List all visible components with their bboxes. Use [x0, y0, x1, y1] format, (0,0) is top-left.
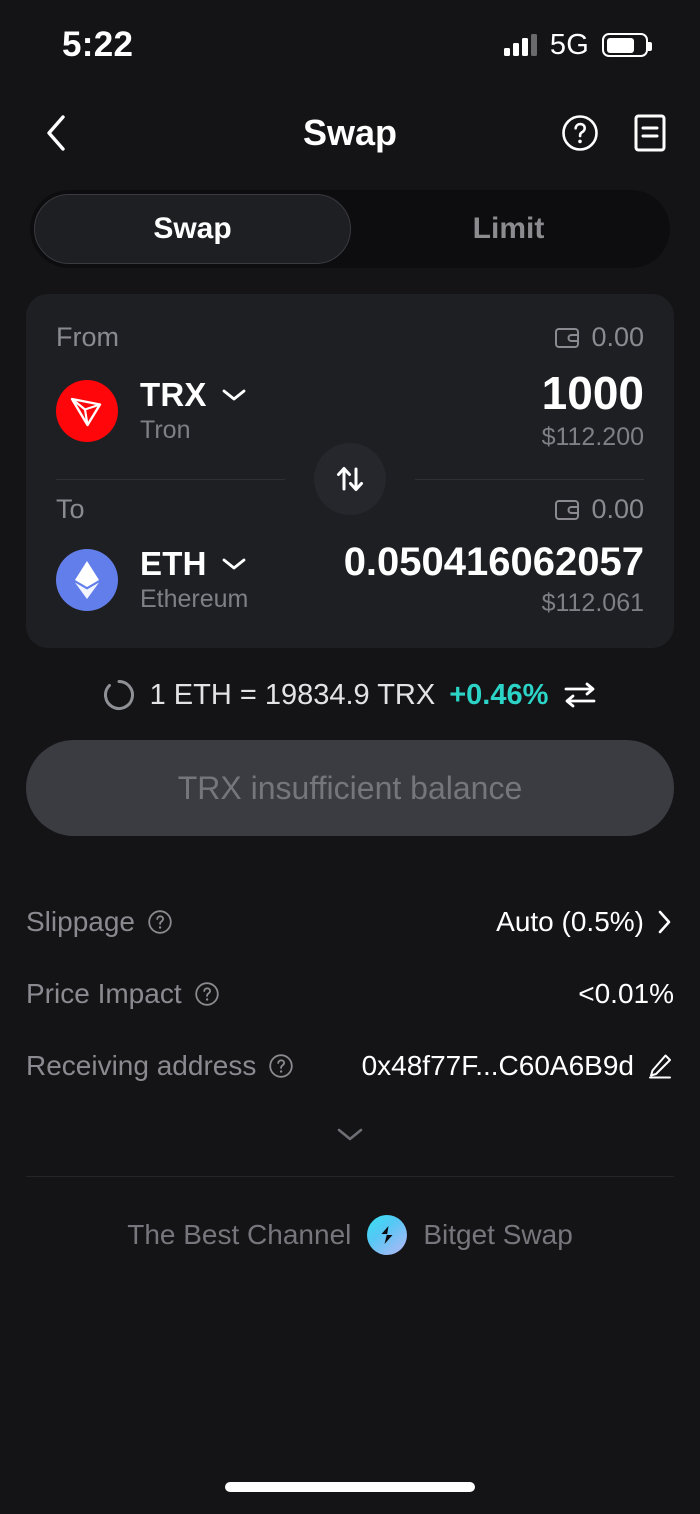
to-balance-value: 0.00 — [591, 494, 644, 525]
price-impact-label: Price Impact — [26, 978, 182, 1010]
detail-row-price-impact[interactable]: Price Impact <0.01% — [26, 958, 674, 1030]
battery-icon — [602, 33, 652, 57]
mode-tabs: Swap Limit — [30, 190, 670, 268]
slippage-value: Auto (0.5%) — [496, 906, 644, 938]
chevron-down-icon — [337, 1128, 363, 1141]
back-button[interactable] — [28, 105, 84, 161]
to-token-row: ETH Ethereum 0.050416062057 $112.061 — [56, 541, 644, 618]
swap-card: From 0.00 TRX Tron 1000 $112.200 To 0.00… — [26, 294, 674, 649]
from-token-symbol: TRX — [140, 376, 207, 414]
help-button[interactable] — [558, 111, 602, 155]
slippage-label: Slippage — [26, 906, 135, 938]
chevron-down-icon — [222, 558, 246, 570]
to-token-symbol: ETH — [140, 545, 207, 583]
tron-logo-icon — [56, 379, 118, 442]
nav-bar: Swap — [0, 90, 700, 176]
exchange-rate-row[interactable]: 1 ETH = 19834.9 TRX +0.46% — [0, 678, 700, 712]
to-token-meta[interactable]: ETH Ethereum — [140, 545, 248, 614]
detail-row-slippage[interactable]: Slippage Auto (0.5%) — [26, 886, 674, 958]
info-circle-icon[interactable] — [194, 981, 220, 1007]
to-amount-usd: $112.061 — [541, 589, 644, 618]
chevron-right-icon — [658, 910, 671, 934]
from-token-name: Tron — [140, 416, 191, 445]
card-divider — [56, 443, 644, 516]
to-balance[interactable]: 0.00 — [554, 494, 644, 525]
switch-direction-button[interactable] — [314, 443, 386, 516]
from-balance[interactable]: 0.00 — [554, 322, 644, 353]
receiving-address-value: 0x48f77F...C60A6B9d — [361, 1050, 634, 1082]
phone-screen: 5:22 5G Swap Swap Limit From 0.00 TRX Tr… — [0, 0, 700, 1514]
info-circle-icon[interactable] — [147, 909, 173, 935]
from-token-meta[interactable]: TRX Tron — [140, 376, 247, 445]
footer-text: The Best Channel — [127, 1219, 352, 1251]
bitget-logo-icon — [367, 1215, 408, 1256]
from-header: From 0.00 — [56, 322, 644, 353]
chevron-left-icon — [47, 115, 65, 151]
nav-actions — [558, 111, 672, 155]
expand-details-button[interactable] — [26, 1114, 674, 1154]
ethereum-logo-icon — [56, 548, 118, 611]
tab-swap-label: Swap — [153, 212, 232, 245]
rate-change-pct: +0.46% — [449, 678, 549, 711]
status-bar: 5:22 5G — [0, 0, 700, 90]
to-amount-box[interactable]: 0.050416062057 $112.061 — [344, 541, 644, 618]
tab-limit-label: Limit — [472, 212, 545, 245]
provider-footer[interactable]: The Best Channel Bitget Swap — [0, 1215, 700, 1256]
status-time: 5:22 — [62, 25, 134, 64]
wallet-icon — [555, 327, 580, 348]
order-history-button[interactable] — [628, 111, 672, 155]
swap-horizontal-icon[interactable] — [562, 680, 598, 710]
from-amount-usd: $112.200 — [541, 423, 644, 452]
provider-name: Bitget Swap — [423, 1219, 573, 1251]
footer-divider — [26, 1176, 674, 1178]
receiving-address-label: Receiving address — [26, 1050, 257, 1082]
detail-row-receiving-address[interactable]: Receiving address 0x48f77F...C60A6B9d — [26, 1030, 674, 1102]
to-amount-input[interactable]: 0.050416062057 — [344, 541, 644, 583]
status-indicators: 5G — [504, 28, 652, 62]
swap-action-button[interactable]: TRX insufficient balance — [26, 740, 674, 837]
order-history-icon — [634, 114, 666, 152]
signal-bars-icon — [504, 34, 537, 56]
refresh-spinner-icon — [103, 680, 134, 711]
details-section: Slippage Auto (0.5%) Price Impact <0.01%… — [26, 886, 674, 1154]
network-label: 5G — [549, 28, 589, 61]
home-indicator[interactable] — [225, 1482, 475, 1492]
from-amount-input[interactable]: 1000 — [542, 369, 644, 418]
from-label: From — [56, 322, 119, 352]
swap-vertical-icon — [337, 467, 363, 492]
tab-limit[interactable]: Limit — [351, 194, 666, 264]
to-label: To — [56, 494, 85, 525]
wallet-icon — [555, 499, 580, 520]
rate-text: 1 ETH = 19834.9 TRX — [149, 678, 436, 711]
info-circle-icon[interactable] — [268, 1053, 294, 1079]
to-token-name: Ethereum — [140, 585, 249, 614]
swap-action-label: TRX insufficient balance — [177, 769, 523, 806]
price-impact-value: <0.01% — [578, 978, 674, 1010]
chevron-down-icon — [222, 389, 246, 401]
edit-pencil-icon[interactable] — [646, 1052, 674, 1080]
tab-swap[interactable]: Swap — [34, 194, 351, 264]
from-token-row: TRX Tron 1000 $112.200 — [56, 369, 644, 452]
from-balance-value: 0.00 — [591, 322, 644, 352]
help-circle-icon — [562, 115, 598, 151]
from-amount-box[interactable]: 1000 $112.200 — [542, 369, 644, 452]
